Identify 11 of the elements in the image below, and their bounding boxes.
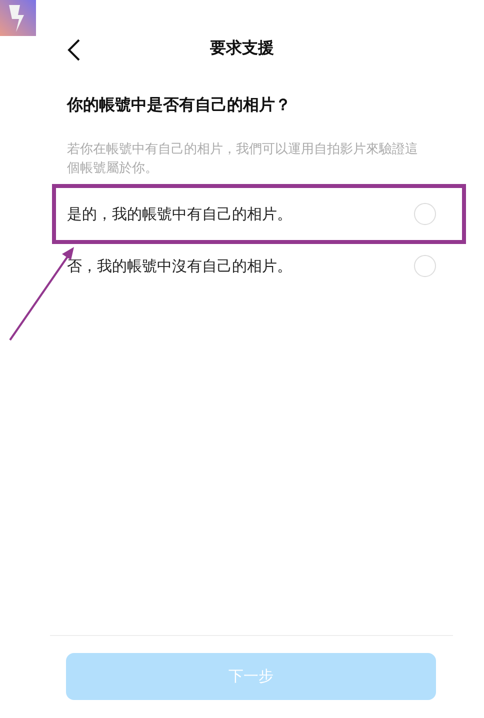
option-label: 否，我的帳號中沒有自己的相片。 bbox=[67, 256, 292, 276]
radio-button[interactable] bbox=[414, 203, 436, 225]
back-icon[interactable] bbox=[66, 39, 82, 61]
page-title: 要求支援 bbox=[210, 38, 274, 59]
option-label: 是的，我的帳號中有自己的相片。 bbox=[67, 204, 292, 224]
radio-button[interactable] bbox=[414, 255, 436, 277]
logo-icon bbox=[0, 0, 36, 36]
question-heading: 你的帳號中是否有自己的相片？ bbox=[67, 95, 292, 116]
description-text: 若你在帳號中有自己的相片，我們可以運用自拍影片來驗證這個帳號屬於你。 bbox=[67, 141, 419, 178]
option-row[interactable]: 是的，我的帳號中有自己的相片。 bbox=[0, 188, 484, 240]
option-row[interactable]: 否，我的帳號中沒有自己的相片。 bbox=[0, 240, 484, 292]
